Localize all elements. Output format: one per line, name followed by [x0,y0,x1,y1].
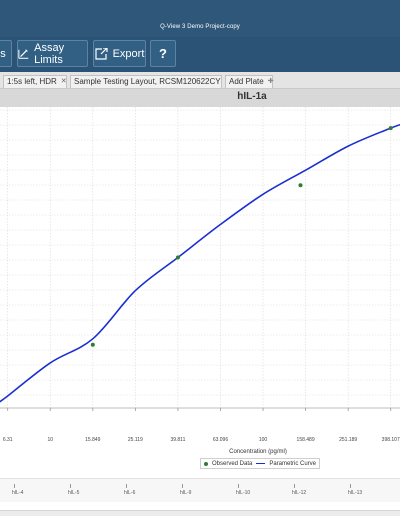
analyte-tick [238,484,239,488]
x-tick-label: 158.489 [297,437,315,443]
x-axis-title: Concentration (pg/ml) [229,449,287,455]
x-tick-label: 63.096 [213,437,229,443]
x-tick-label: 251.189 [339,437,357,443]
observed-data-point [388,126,393,131]
observed-data-point [175,255,180,260]
analyte-label: hIL-4 [12,490,24,496]
x-tick-label: 39.811 [170,437,185,443]
legend-curve-label: Parametric Curve [269,460,317,467]
analyte-tick [126,484,127,488]
x-tick-label: 10 [47,437,53,443]
analyte-tick [294,484,295,488]
analyte-label: hIL-12 [292,490,307,496]
plot-gridlines [0,107,400,408]
standard-curve-plot: 6.31 10 15.849 25.119 39.811 63.096 100 158.489… [0,107,400,455]
analyte-tick [182,484,183,488]
legend-curve-marker [256,462,266,465]
analyte-tick [70,484,71,488]
analyte-label: hIL-13 [348,490,363,496]
observed-data-point [298,183,303,188]
analyte-tick [350,484,351,488]
parametric-curve-line [0,123,400,403]
legend-observed-label: Observed Data [212,460,253,467]
x-tick-label: 100 [259,437,268,443]
x-axis-ticks: 6.31 10 15.849 25.119 39.811 63.096 100 158.489… [3,408,400,443]
bottom-rule [0,510,400,516]
analyte-label: hIL-6 [124,490,136,496]
analyte-label: hIL-10 [236,490,251,496]
chart-legend: Observed Data Parametric Curve [200,458,320,469]
x-tick-label: 15.849 [85,437,101,443]
x-tick-label: 398.107 [382,437,400,443]
analyte-label: hIL-5 [68,490,80,496]
plot-series [0,123,400,403]
analyte-label: hIL-9 [180,490,192,496]
x-tick-label: 25.119 [128,437,143,443]
analyte-tick [14,484,15,488]
observed-data-point [90,342,95,347]
analyte-strip: hIL-4hIL-5hIL-6hIL-9hIL-10hIL-12hIL-13hI… [0,478,400,502]
legend-observed-marker [204,461,208,466]
x-tick-label: 6.31 [3,437,13,443]
